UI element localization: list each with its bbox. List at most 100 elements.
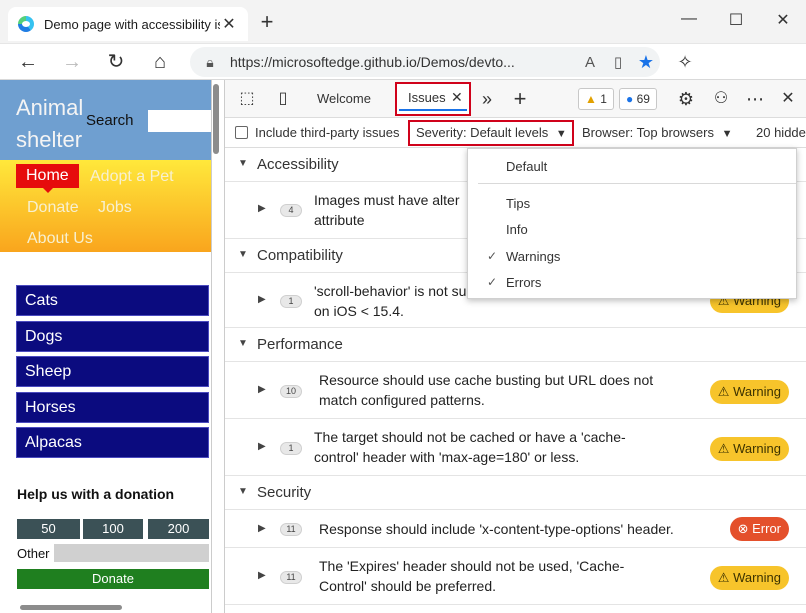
tab-welcome[interactable]: Welcome bbox=[317, 88, 371, 110]
category-label: Security bbox=[257, 484, 312, 501]
issues-filter-bar: Include third-party issues Severity: Def… bbox=[225, 118, 806, 148]
third-party-label[interactable]: Include third-party issues bbox=[255, 125, 400, 140]
issue-count: 11 bbox=[280, 523, 302, 536]
category-label: Performance bbox=[257, 336, 343, 353]
collapse-caret-icon: ▶ bbox=[258, 294, 266, 305]
tab-issues[interactable]: Issues ✕ bbox=[395, 82, 471, 116]
warning-badge: ⚠ Warning bbox=[709, 380, 789, 404]
collapse-caret-icon: ▶ bbox=[258, 203, 266, 214]
animal-cats-button[interactable]: Cats bbox=[16, 285, 209, 316]
tab-close-icon[interactable]: ✕ bbox=[220, 14, 238, 34]
issue-row[interactable]: ▶ 1 The target should not be cached or h… bbox=[225, 419, 806, 476]
collections-icon[interactable]: ✧ bbox=[671, 48, 699, 76]
site-nav: Home Adopt a Pet Donate Jobs About Us bbox=[0, 160, 211, 252]
issue-text-line: attribute bbox=[314, 212, 365, 228]
back-arrow-icon[interactable]: ← bbox=[14, 48, 42, 76]
collapse-caret-icon: ▶ bbox=[258, 441, 266, 452]
settings-gear-icon[interactable]: ⚙ bbox=[674, 87, 698, 111]
category-performance[interactable]: ▼ Performance bbox=[225, 328, 806, 362]
messages-count: 69 bbox=[636, 92, 650, 106]
messages-badge[interactable]: ● 69 bbox=[619, 88, 657, 110]
severity-option-errors[interactable]: Errors bbox=[506, 275, 541, 290]
expand-caret-icon: ▼ bbox=[238, 486, 248, 497]
browser-dropdown[interactable]: Browser: Top browsers ▼ bbox=[582, 125, 733, 140]
warning-badge: ⚠ Warning bbox=[709, 566, 789, 590]
issue-text-line: on iOS < 15.4. bbox=[314, 303, 404, 319]
donate-100-button[interactable]: 100 bbox=[83, 519, 143, 539]
error-badge: ⊗ Error bbox=[729, 517, 789, 541]
webpage-viewport: Animal shelter Search Home Adopt a Pet D… bbox=[0, 80, 212, 613]
browser-tab[interactable]: Demo page with accessibility issu ✕ bbox=[8, 7, 248, 41]
severity-option-warnings[interactable]: Warnings bbox=[506, 249, 560, 264]
url-text[interactable]: https://microsoftedge.github.io/Demos/de… bbox=[230, 54, 576, 70]
severity-option-info[interactable]: Info bbox=[506, 222, 528, 237]
device-emulation-icon[interactable]: ▯ bbox=[271, 87, 295, 111]
nav-donate-link[interactable]: Donate bbox=[27, 199, 79, 217]
animal-sheep-button[interactable]: Sheep bbox=[16, 356, 209, 388]
nav-home-link[interactable]: Home bbox=[16, 164, 79, 193]
add-tab-icon[interactable]: + bbox=[508, 87, 532, 111]
close-window-button[interactable]: ✕ bbox=[768, 10, 798, 34]
donate-200-button[interactable]: 200 bbox=[148, 519, 209, 539]
message-icon: ● bbox=[626, 92, 634, 106]
feedback-icon[interactable]: ⚇ bbox=[709, 87, 733, 111]
collapse-caret-icon: ▶ bbox=[258, 523, 266, 534]
collapse-caret-icon: ▶ bbox=[258, 570, 266, 581]
favorite-star-icon[interactable]: ★ bbox=[632, 52, 660, 73]
read-aloud-icon[interactable]: A bbox=[576, 54, 604, 71]
issue-row[interactable]: ▶ 11 Response should include 'x-content-… bbox=[225, 510, 806, 548]
issue-row[interactable]: ▶ 11 The 'Expires' header should not be … bbox=[225, 548, 806, 605]
tab-title: Demo page with accessibility issu bbox=[44, 16, 220, 32]
address-toolbar: ← → ↻ ⌂ 🔒︎ https://microsoftedge.github.… bbox=[0, 44, 806, 80]
issue-text: Images must have alter attribute bbox=[314, 190, 460, 230]
maximize-button[interactable]: ☐ bbox=[721, 10, 751, 34]
category-label: Accessibility bbox=[257, 156, 339, 173]
nav-adopt-link[interactable]: Adopt a Pet bbox=[90, 168, 174, 186]
refresh-icon[interactable]: ↻ bbox=[102, 48, 130, 76]
third-party-checkbox[interactable] bbox=[235, 126, 248, 139]
severity-text: Warning bbox=[733, 441, 781, 456]
issue-text-line: The 'Expires' header should not be used,… bbox=[319, 558, 625, 574]
animal-horses-button[interactable]: Horses bbox=[16, 391, 209, 423]
expand-caret-icon: ▼ bbox=[238, 338, 248, 349]
donate-50-button[interactable]: 50 bbox=[17, 519, 80, 539]
warnings-badge[interactable]: ▲ 1 bbox=[578, 88, 614, 110]
inspect-element-icon[interactable]: ⬚ bbox=[235, 87, 259, 111]
page-horizontal-scrollbar[interactable] bbox=[20, 605, 122, 610]
animal-dogs-button[interactable]: Dogs bbox=[16, 320, 209, 352]
app-available-icon[interactable]: ▯ bbox=[604, 53, 632, 71]
browser-caret-icon: ▼ bbox=[721, 128, 733, 140]
checkmark-icon: ✓ bbox=[487, 249, 498, 263]
search-input[interactable] bbox=[148, 110, 211, 132]
lock-icon[interactable]: 🔒︎ bbox=[190, 54, 230, 71]
animal-list: Cats Dogs Sheep Horses Alpacas bbox=[16, 285, 209, 463]
minimize-button[interactable]: — bbox=[674, 10, 704, 34]
hidden-issues-count: 20 hidde bbox=[756, 125, 806, 140]
donate-submit-button[interactable]: Donate bbox=[17, 569, 209, 589]
other-amount-input[interactable] bbox=[54, 544, 209, 562]
animal-alpacas-button[interactable]: Alpacas bbox=[16, 427, 209, 459]
forward-arrow-icon[interactable]: → bbox=[58, 48, 86, 76]
active-tab-indicator bbox=[399, 109, 467, 111]
category-label: Compatibility bbox=[257, 247, 343, 264]
new-tab-button[interactable]: + bbox=[255, 11, 279, 35]
severity-option-default[interactable]: Default bbox=[506, 159, 547, 174]
nav-about-link[interactable]: About Us bbox=[27, 230, 93, 248]
severity-menu: Default Tips Info ✓ Warnings ✓ Errors bbox=[467, 148, 797, 299]
close-devtools-icon[interactable]: ✕ bbox=[776, 87, 800, 111]
issue-row[interactable]: ▶ 10 Resource should use cache busting b… bbox=[225, 362, 806, 419]
category-security[interactable]: ▼ Security bbox=[225, 476, 806, 510]
severity-option-tips[interactable]: Tips bbox=[506, 196, 530, 211]
issue-text-line: The target should not be cached or have … bbox=[314, 429, 626, 445]
home-icon[interactable]: ⌂ bbox=[146, 48, 174, 76]
issue-text-line: match configured patterns. bbox=[319, 392, 485, 408]
severity-caret-icon: ▼ bbox=[555, 128, 567, 140]
tab-issues-close-icon[interactable]: ✕ bbox=[451, 89, 463, 106]
address-bar[interactable]: 🔒︎ https://microsoftedge.github.io/Demos… bbox=[190, 47, 660, 77]
nav-jobs-link[interactable]: Jobs bbox=[98, 199, 132, 217]
page-vertical-scrollbar[interactable] bbox=[213, 84, 219, 154]
severity-dropdown[interactable]: Severity: Default levels ▼ bbox=[408, 120, 574, 146]
more-options-icon[interactable]: ⋯ bbox=[743, 87, 767, 111]
more-tabs-icon[interactable]: » bbox=[475, 87, 499, 111]
issue-count: 1 bbox=[280, 295, 302, 308]
